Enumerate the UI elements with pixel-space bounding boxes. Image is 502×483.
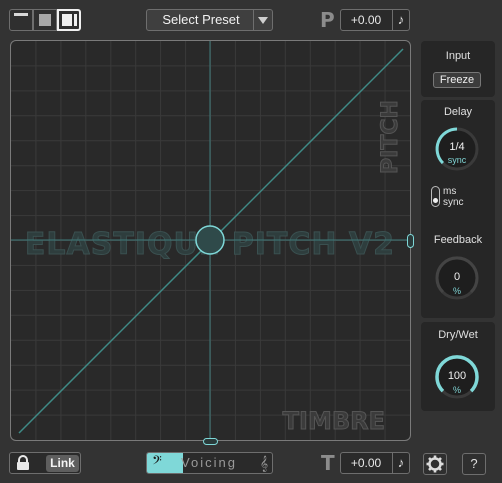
full-view-button[interactable] [57,9,81,31]
preset-label: Select Preset [162,12,240,27]
delay-mode-ms: ms [443,186,457,197]
freeze-button[interactable]: Freeze [433,72,481,88]
full-view-icon-bar [74,14,77,26]
note-icon[interactable]: ♪ [392,453,409,473]
feedback-unit: % [452,286,461,296]
note-icon[interactable]: ♪ [392,10,409,30]
pitch-timbre-pad[interactable]: ELASTIQUE PITCH V2 PITCH TIMBRE [10,40,411,441]
timbre-value-field[interactable]: +0.00 ♪ [340,452,410,474]
delay-mode-toggle-thumb [433,198,438,203]
delay-mode-toggle[interactable] [431,186,440,207]
compact-view-button[interactable] [9,9,33,31]
drywet-section: Dry/Wet 100 % [421,322,495,411]
medium-view-button[interactable] [33,9,57,31]
delay-knob[interactable]: 1/4 sync [432,124,482,174]
chevron-down-icon[interactable] [253,10,272,30]
medium-view-icon [39,14,51,26]
voicing-label: Voicing [181,455,237,470]
full-view-icon [62,14,72,26]
pitch-timbre-handle[interactable] [195,225,225,255]
feedback-value: 0 [453,271,461,283]
delay-value: 1/4 [449,141,465,153]
feedback-title: Feedback [433,234,483,246]
timbre-value: +0.00 [350,456,382,470]
treble-clef-icon: 𝄞 [259,455,269,471]
delay-mode-sync: sync [443,197,464,208]
timbre-label: TIMBRE [283,407,385,435]
bass-clef-icon: 𝄢 [152,454,162,471]
pitch-label: PITCH [378,100,403,174]
drywet-value: 100 [447,370,467,382]
delay-unit: sync [447,155,467,165]
delay-section: Delay 1/4 sync ms sync Feedback 0 % [421,100,495,318]
compact-view-icon [14,13,28,16]
settings-button[interactable] [423,453,447,475]
pitch-value: +0.00 [350,13,382,27]
pitch-axis-letter: P [320,8,335,32]
preset-selector[interactable]: Select Preset [146,9,273,31]
feedback-knob[interactable]: 0 % [432,253,482,303]
drywet-knob[interactable]: 100 % [432,352,482,402]
gear-icon [426,455,444,473]
voicing-slider[interactable]: 𝄢 Voicing 𝄞 [146,452,273,474]
link-button[interactable]: Link [46,455,79,472]
timbre-scroll-handle[interactable] [203,438,218,445]
pitch-value-field[interactable]: +0.00 ♪ [340,9,410,31]
lock-icon[interactable] [15,455,31,471]
drywet-unit: % [452,385,461,395]
input-title: Input [445,50,471,62]
delay-title: Delay [443,106,473,118]
help-button[interactable]: ? [462,453,486,475]
drywet-title: Dry/Wet [438,329,478,341]
timbre-axis-letter: T [321,451,335,475]
pitch-scroll-handle[interactable] [407,234,414,248]
input-section: Input Freeze [421,41,495,97]
